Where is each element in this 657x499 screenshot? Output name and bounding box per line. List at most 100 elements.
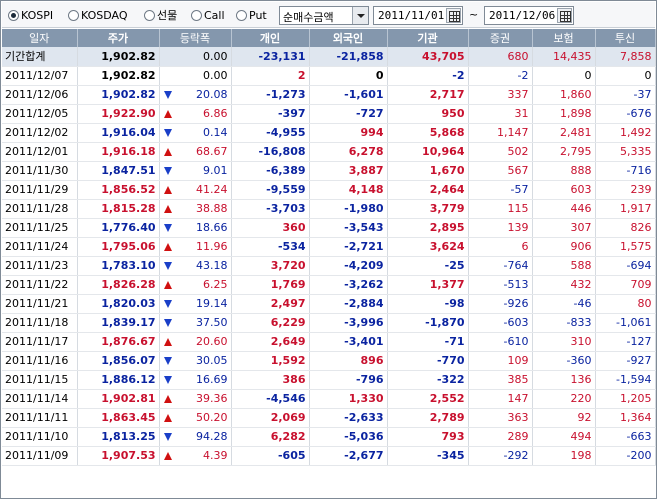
column-header[interactable]: 기관 bbox=[387, 29, 469, 47]
foreign-cell: -3,401 bbox=[309, 332, 388, 352]
radio-call[interactable]: Call bbox=[191, 8, 225, 22]
change-value: 50.20 bbox=[196, 411, 228, 424]
down-arrow-icon bbox=[163, 166, 172, 175]
table-row[interactable]: 2011/11/21 1,820.03 19.14 2,497 -2,884 -98 -92… bbox=[2, 294, 656, 314]
insurance-cell: 310 bbox=[532, 332, 596, 352]
institution-cell: 2,895 bbox=[387, 218, 469, 238]
radio-kosdaq-indicator bbox=[68, 9, 79, 21]
column-header[interactable]: 주가 bbox=[77, 29, 160, 47]
radio-put-label: Put bbox=[249, 8, 267, 22]
institution-cell: 10,964 bbox=[387, 142, 469, 162]
price-cell: 1,902.82 bbox=[77, 47, 160, 67]
table-row[interactable]: 2011/12/05 1,922.90 6.86 -397 -727 950 31 1,898… bbox=[2, 104, 656, 124]
date-range-separator: ~ bbox=[469, 8, 479, 21]
table-row[interactable]: 2011/11/23 1,783.10 43.18 3,720 -4,209 -25 -76… bbox=[2, 256, 656, 276]
institution-cell: 43,705 bbox=[387, 47, 469, 67]
chevron-down-icon[interactable] bbox=[352, 7, 368, 24]
date-cell: 2011/11/28 bbox=[2, 199, 78, 219]
column-header[interactable]: 외국인 bbox=[309, 29, 388, 47]
securities-cell: -610 bbox=[468, 332, 533, 352]
trust-cell: -716 bbox=[595, 161, 656, 181]
table-row[interactable]: 2011/11/15 1,886.12 16.69 386 -796 -322 385 136… bbox=[2, 370, 656, 390]
column-header[interactable]: 개인 bbox=[231, 29, 310, 47]
table-row[interactable]: 2011/11/24 1,795.06 11.96 -534 -2,721 3,624 6 9… bbox=[2, 237, 656, 257]
up-arrow-icon bbox=[163, 242, 172, 251]
table-row[interactable]: 2011/11/18 1,839.17 37.50 6,229 -3,996 -1,870… bbox=[2, 313, 656, 333]
filter-toolbar: KOSPI KOSDAQ 선물 Call Put 순매수금액 2011/11/0… bbox=[2, 2, 655, 28]
change-cell: 6.25 bbox=[159, 275, 232, 295]
price-cell: 1,916.04 bbox=[77, 123, 160, 143]
individual-cell: -1,273 bbox=[231, 85, 310, 105]
individual-cell: 386 bbox=[231, 370, 310, 390]
price-cell: 1,902.82 bbox=[77, 85, 160, 105]
column-header[interactable]: 등락폭 bbox=[159, 29, 232, 47]
column-header[interactable]: 일자 bbox=[2, 29, 78, 47]
table-row[interactable]: 2011/11/16 1,856.07 30.05 1,592 896 -770 109 -3… bbox=[2, 351, 656, 371]
column-header[interactable]: 투신 bbox=[595, 29, 656, 47]
price-cell: 1,815.28 bbox=[77, 199, 160, 219]
change-cell: 68.67 bbox=[159, 142, 232, 162]
calendar-icon[interactable] bbox=[446, 8, 461, 23]
calendar-icon[interactable] bbox=[557, 8, 572, 23]
price-cell: 1,922.90 bbox=[77, 104, 160, 124]
securities-cell: -926 bbox=[468, 294, 533, 314]
table-row[interactable]: 2011/11/11 1,863.45 50.20 2,069 -2,633 2,789 3… bbox=[2, 408, 656, 428]
radio-kospi[interactable]: KOSPI bbox=[8, 8, 53, 22]
price-cell: 1,856.52 bbox=[77, 180, 160, 200]
change-cell: 0.14 bbox=[159, 123, 232, 143]
foreign-cell: 6,278 bbox=[309, 142, 388, 162]
table-row[interactable]: 2011/12/06 1,902.82 20.08 -1,273 -1,601 2,717… bbox=[2, 85, 656, 105]
metric-select-value: 순매수금액 bbox=[283, 11, 334, 24]
radio-kospi-indicator bbox=[8, 9, 19, 21]
insurance-cell: -360 bbox=[532, 351, 596, 371]
metric-select[interactable]: 순매수금액 bbox=[279, 6, 369, 25]
institution-cell: 1,377 bbox=[387, 275, 469, 295]
individual-cell: -16,808 bbox=[231, 142, 310, 162]
price-cell: 1,839.17 bbox=[77, 313, 160, 333]
radio-futures[interactable]: 선물 bbox=[144, 8, 177, 22]
table-row[interactable]: 2011/11/25 1,776.40 18.66 360 -3,543 2,895 139… bbox=[2, 218, 656, 238]
institution-cell: -345 bbox=[387, 446, 469, 466]
table-row[interactable]: 2011/11/28 1,815.28 38.88 -3,703 -1,980 3,779… bbox=[2, 199, 656, 219]
table-row[interactable]: 2011/11/14 1,902.81 39.36 -4,546 1,330 2,552 1… bbox=[2, 389, 656, 409]
price-cell: 1,856.07 bbox=[77, 351, 160, 371]
institution-cell: 2,717 bbox=[387, 85, 469, 105]
trust-cell: -37 bbox=[595, 85, 656, 105]
change-cell: 41.24 bbox=[159, 180, 232, 200]
table-row[interactable]: 2011/11/29 1,856.52 41.24 -9,559 4,148 2,464-… bbox=[2, 180, 656, 200]
table-row[interactable]: 2011/12/02 1,916.04 0.14 -4,955 994 5,868 1,14… bbox=[2, 123, 656, 143]
down-arrow-icon bbox=[163, 375, 172, 384]
institution-cell: -322 bbox=[387, 370, 469, 390]
table-row[interactable]: 2011/11/22 1,826.28 6.25 1,769 -3,262 1,377 -5… bbox=[2, 275, 656, 295]
table-row[interactable]: 2011/11/17 1,876.67 20.60 2,649 -3,401 -71 -61… bbox=[2, 332, 656, 352]
end-date-field[interactable]: 2011/12/06 bbox=[484, 6, 574, 25]
foreign-cell: -3,543 bbox=[309, 218, 388, 238]
securities-cell: 337 bbox=[468, 85, 533, 105]
change-cell: 43.18 bbox=[159, 256, 232, 276]
radio-call-indicator bbox=[191, 9, 202, 21]
start-date-field[interactable]: 2011/11/01 bbox=[373, 6, 463, 25]
table-row[interactable]: 2011/11/09 1,907.53 4.39 -605 -2,677 -345 -292… bbox=[2, 446, 656, 466]
date-cell: 2011/11/11 bbox=[2, 408, 78, 428]
table-row[interactable]: 2011/12/07 1,902.82 0.00 2 0 -2 -2 0 0 bbox=[2, 66, 656, 86]
radio-put[interactable]: Put bbox=[236, 8, 267, 22]
individual-cell: -9,559 bbox=[231, 180, 310, 200]
foreign-cell: 4,148 bbox=[309, 180, 388, 200]
table-row[interactable]: 기간합계 1,902.82 0.00 -23,131 -21,858 43,705 680 1… bbox=[2, 47, 656, 67]
securities-cell: -603 bbox=[468, 313, 533, 333]
table-row[interactable]: 2011/11/30 1,847.51 9.01 -6,389 3,887 1,670 56… bbox=[2, 161, 656, 181]
securities-cell: 289 bbox=[468, 427, 533, 447]
foreign-cell: 1,330 bbox=[309, 389, 388, 409]
change-value: 39.36 bbox=[196, 392, 228, 405]
radio-kosdaq[interactable]: KOSDAQ bbox=[68, 8, 128, 22]
end-date-value: 2011/12/06 bbox=[489, 9, 556, 22]
trust-cell: -200 bbox=[595, 446, 656, 466]
change-cell: 37.50 bbox=[159, 313, 232, 333]
insurance-cell: 1,898 bbox=[532, 104, 596, 124]
column-header[interactable]: 증권 bbox=[468, 29, 533, 47]
column-header[interactable]: 보험 bbox=[532, 29, 596, 47]
table-row[interactable]: 2011/12/01 1,916.18 68.67 -16,808 6,278 10,96… bbox=[2, 142, 656, 162]
radio-futures-label: 선물 bbox=[157, 9, 178, 22]
table-row[interactable]: 2011/11/10 1,813.25 94.28 6,282 -5,036 793 289… bbox=[2, 427, 656, 447]
trust-cell: -927 bbox=[595, 351, 656, 371]
